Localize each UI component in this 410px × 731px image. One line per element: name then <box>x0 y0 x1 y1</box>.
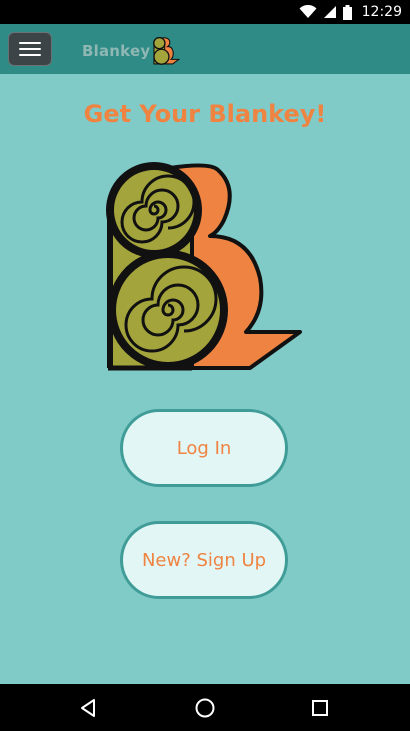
app-toolbar: Blankey <box>0 24 410 74</box>
blankey-hero-logo <box>106 162 302 371</box>
signup-button[interactable]: New? Sign Up <box>120 521 288 599</box>
blankey-logo-icon <box>153 37 181 65</box>
status-icons: 12:29 <box>299 3 402 21</box>
signal-icon <box>323 6 336 18</box>
status-bar: 12:29 <box>0 0 410 24</box>
status-time: 12:29 <box>361 4 402 20</box>
page-title: Get Your Blankey! <box>83 100 327 128</box>
recents-icon[interactable] <box>308 696 332 720</box>
system-navigation-bar <box>0 684 410 731</box>
battery-icon <box>342 4 352 20</box>
brand-name: Blankey <box>82 42 151 60</box>
wifi-icon <box>299 5 317 18</box>
back-icon[interactable] <box>76 696 100 720</box>
brand[interactable]: Blankey <box>82 37 181 65</box>
hamburger-menu-icon[interactable] <box>8 32 52 66</box>
login-button[interactable]: Log In <box>120 409 288 487</box>
home-icon[interactable] <box>193 696 217 720</box>
